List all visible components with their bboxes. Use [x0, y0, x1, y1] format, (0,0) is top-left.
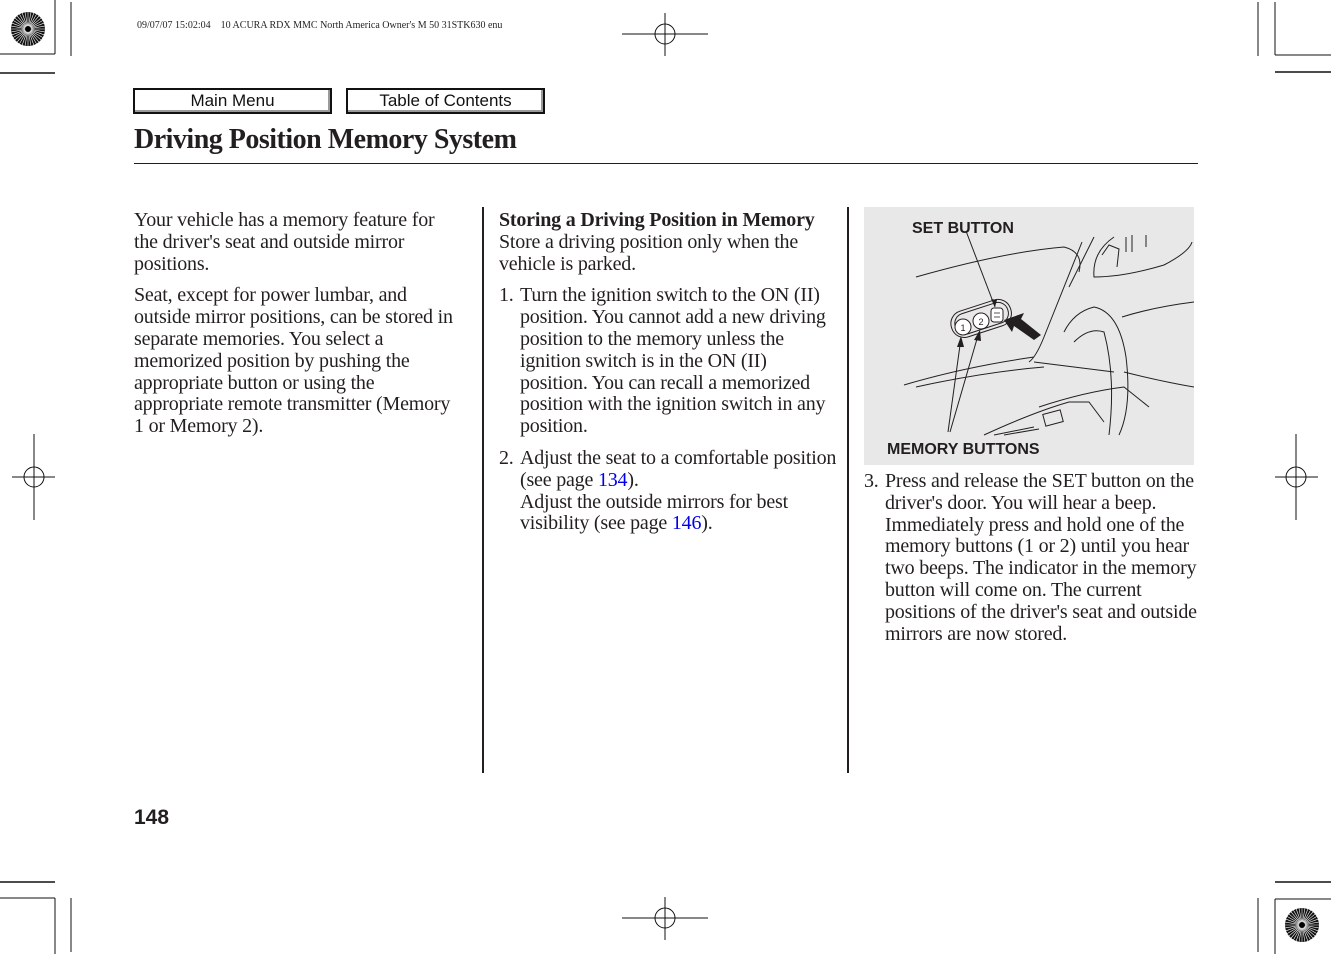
- door-panel-drawing: 1 2: [903, 230, 1195, 436]
- page-link-146[interactable]: 146: [672, 512, 702, 534]
- step-number: 3.: [864, 470, 879, 492]
- crosshair-icon: [622, 897, 708, 940]
- set-button-callout: SET BUTTON: [912, 220, 1014, 237]
- step-item: 2. Adjust the seat to a comfortable posi…: [499, 446, 839, 535]
- step-text-part: Adjust the seat to a comfortable positio…: [520, 446, 837, 491]
- table-of-contents-button[interactable]: Table of Contents: [346, 88, 545, 114]
- section-intro: Store a driving position only when the v…: [499, 230, 799, 275]
- title-divider: [134, 163, 1198, 164]
- memory-buttons-illustration: 1 2 SET BUTTON MEMORY BUTTONS: [864, 207, 1195, 465]
- storing-column: Storing a Driving Position in Memory Sto…: [499, 209, 839, 545]
- memory-button-1-label: 1: [960, 323, 965, 333]
- step-item: 3. Press and release the SET button on t…: [864, 470, 1204, 645]
- column-divider: [482, 207, 484, 773]
- main-menu-button[interactable]: Main Menu: [133, 88, 332, 114]
- step-text-part: ).: [701, 512, 713, 535]
- registration-star-icon: [11, 12, 45, 46]
- step3-column: 3. Press and release the SET button on t…: [864, 470, 1204, 655]
- memory-button-2-label: 2: [978, 317, 983, 327]
- step-item: 1. Turn the ignition switch to the ON (I…: [499, 285, 839, 438]
- page-number: 148: [134, 806, 170, 829]
- step-text-part: ).: [627, 468, 639, 491]
- pointer-arrow-icon: [1004, 313, 1041, 340]
- column-divider: [847, 207, 849, 773]
- step-text: Press and release the SET button on the …: [885, 470, 1197, 645]
- memory-buttons-callout: MEMORY BUTTONS: [887, 441, 1040, 458]
- crosshair-icon: [12, 434, 55, 520]
- intro-paragraph: Seat, except for power lumbar, and outsi…: [134, 284, 453, 438]
- intro-paragraph: Your vehicle has a memory feature for th…: [134, 209, 435, 275]
- page-title: Driving Position Memory System: [134, 124, 517, 155]
- step-number: 2.: [499, 446, 514, 469]
- section-heading: Storing a Driving Position in Memory: [499, 209, 815, 231]
- registration-star-icon: [1285, 908, 1319, 942]
- crosshair-icon: [1275, 434, 1318, 520]
- crosshair-icon: [622, 13, 708, 56]
- step-text-part: Adjust the outside mirrors for best visi…: [520, 490, 788, 535]
- step-text: Turn the ignition switch to the ON (II) …: [520, 284, 826, 438]
- print-metadata: 09/07/07 15:02:04 10 ACURA RDX MMC North…: [137, 20, 503, 31]
- intro-column: Your vehicle has a memory feature for th…: [134, 209, 454, 448]
- set-button: [990, 307, 1004, 323]
- memory-button-1: 1: [954, 318, 972, 336]
- memory-button-2: 2: [972, 312, 990, 330]
- page-link-134[interactable]: 134: [598, 469, 628, 491]
- step-text: Adjust the seat to a comfortable positio…: [520, 446, 839, 535]
- step-number: 1.: [499, 284, 514, 307]
